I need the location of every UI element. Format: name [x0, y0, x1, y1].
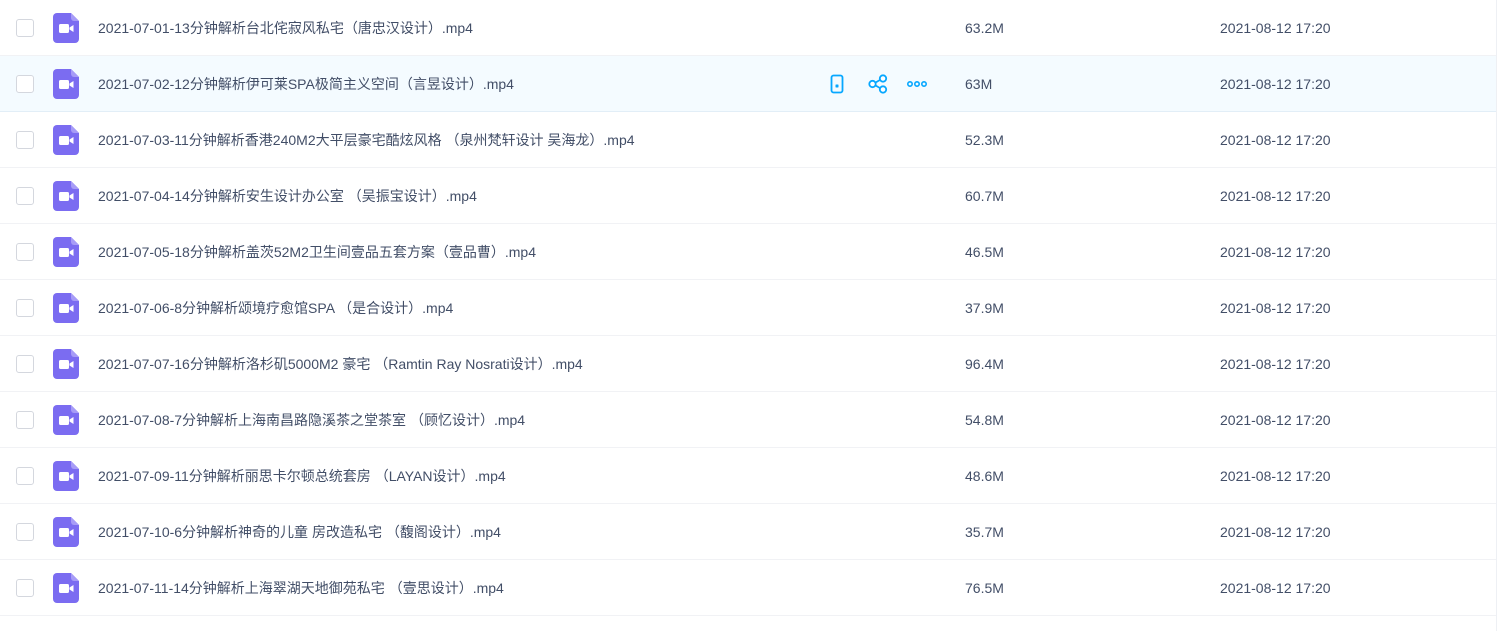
file-size: 46.5M: [965, 244, 1004, 260]
file-size: 52.3M: [965, 132, 1004, 148]
row-checkbox[interactable]: [16, 578, 34, 597]
file-size: 35.7M: [965, 524, 1004, 540]
file-size: 60.7M: [965, 188, 1004, 204]
video-file-icon: [53, 124, 79, 155]
file-size: 48.6M: [965, 468, 1004, 484]
row-checkbox[interactable]: [16, 186, 34, 205]
more-icon[interactable]: [906, 73, 928, 95]
file-name[interactable]: 2021-07-01-13分钟解析台北侘寂风私宅（唐忠汉设计）.mp4: [98, 0, 473, 56]
file-rows: 2021-07-01-13分钟解析台北侘寂风私宅（唐忠汉设计）.mp4 63.2…: [0, 0, 1496, 616]
file-size: 76.5M: [965, 580, 1004, 596]
video-file-icon: [53, 348, 79, 379]
file-name[interactable]: 2021-07-08-7分钟解析上海南昌路隐溪茶之堂茶室 （顾忆设计）.mp4: [98, 392, 525, 448]
file-name[interactable]: 2021-07-03-11分钟解析香港240M2大平层豪宅酷炫风格 （泉州梵轩设…: [98, 112, 635, 168]
file-row[interactable]: 2021-07-09-11分钟解析丽思卡尔顿总统套房 （LAYAN设计）.mp4: [0, 448, 1496, 504]
row-checkbox[interactable]: [16, 410, 34, 429]
modified-date: 2021-08-12 17:20: [1220, 356, 1331, 372]
row-checkbox[interactable]: [16, 130, 34, 149]
file-row[interactable]: 2021-07-05-18分钟解析盖茨52M2卫生间壹品五套方案（壹品曹）.mp…: [0, 224, 1496, 280]
modified-date: 2021-08-12 17:20: [1220, 20, 1331, 36]
modified-date: 2021-08-12 17:20: [1220, 468, 1331, 484]
modified-date: 2021-08-12 17:20: [1220, 76, 1331, 92]
video-file-icon: [53, 292, 79, 323]
video-file-icon: [53, 68, 79, 99]
file-name[interactable]: 2021-07-07-16分钟解析洛杉矶5000M2 豪宅 （Ramtin Ra…: [98, 336, 583, 392]
video-file-icon: [53, 404, 79, 435]
file-row[interactable]: 2021-07-07-16分钟解析洛杉矶5000M2 豪宅 （Ramtin Ra…: [0, 336, 1496, 392]
video-file-icon: [53, 180, 79, 211]
file-name[interactable]: 2021-07-06-8分钟解析颂境疗愈馆SPA （是合设计）.mp4: [98, 280, 453, 336]
modified-date: 2021-08-12 17:20: [1220, 244, 1331, 260]
row-checkbox[interactable]: [16, 466, 34, 485]
file-list: 2021-07-01-13分钟解析台北侘寂风私宅（唐忠汉设计）.mp4 63.2…: [0, 0, 1497, 631]
modified-date: 2021-08-12 17:20: [1220, 524, 1331, 540]
file-name[interactable]: 2021-07-05-18分钟解析盖茨52M2卫生间壹品五套方案（壹品曹）.mp…: [98, 224, 536, 280]
phone-icon[interactable]: [826, 73, 848, 95]
file-size: 37.9M: [965, 300, 1004, 316]
row-checkbox[interactable]: [16, 298, 34, 317]
file-size: 63.2M: [965, 20, 1004, 36]
share-icon[interactable]: [867, 73, 889, 95]
row-checkbox[interactable]: [16, 74, 34, 93]
row-checkbox[interactable]: [16, 522, 34, 541]
video-file-icon: [53, 516, 79, 547]
row-checkbox[interactable]: [16, 354, 34, 373]
file-size: 96.4M: [965, 356, 1004, 372]
file-name[interactable]: 2021-07-04-14分钟解析安生设计办公室 （吴振宝设计）.mp4: [98, 168, 477, 224]
file-row[interactable]: 2021-07-10-6分钟解析神奇的儿童 房改造私宅 （馥阁设计）.mp4 3…: [0, 504, 1496, 560]
file-row[interactable]: 2021-07-01-13分钟解析台北侘寂风私宅（唐忠汉设计）.mp4 63.2…: [0, 0, 1496, 56]
video-file-icon: [53, 236, 79, 267]
row-checkbox[interactable]: [16, 242, 34, 261]
file-name[interactable]: 2021-07-02-12分钟解析伊可莱SPA极简主义空间（言昱设计）.mp4: [98, 56, 514, 112]
file-row[interactable]: 2021-07-02-12分钟解析伊可莱SPA极简主义空间（言昱设计）.mp4: [0, 56, 1496, 112]
file-name[interactable]: 2021-07-11-14分钟解析上海翠湖天地御苑私宅 （壹思设计）.mp4: [98, 560, 504, 616]
video-file-icon: [53, 12, 79, 43]
file-row[interactable]: 2021-07-08-7分钟解析上海南昌路隐溪茶之堂茶室 （顾忆设计）.mp4: [0, 392, 1496, 448]
file-size: 54.8M: [965, 412, 1004, 428]
modified-date: 2021-08-12 17:20: [1220, 132, 1331, 148]
file-row[interactable]: 2021-07-11-14分钟解析上海翠湖天地御苑私宅 （壹思设计）.mp4 7…: [0, 560, 1496, 616]
modified-date: 2021-08-12 17:20: [1220, 412, 1331, 428]
file-row[interactable]: 2021-07-06-8分钟解析颂境疗愈馆SPA （是合设计）.mp4 37.9…: [0, 280, 1496, 336]
file-row[interactable]: 2021-07-04-14分钟解析安生设计办公室 （吴振宝设计）.mp4 60.…: [0, 168, 1496, 224]
row-checkbox[interactable]: [16, 18, 34, 37]
file-size: 63M: [965, 76, 993, 92]
modified-date: 2021-08-12 17:20: [1220, 300, 1331, 316]
file-name[interactable]: 2021-07-10-6分钟解析神奇的儿童 房改造私宅 （馥阁设计）.mp4: [98, 504, 501, 560]
file-name[interactable]: 2021-07-09-11分钟解析丽思卡尔顿总统套房 （LAYAN设计）.mp4: [98, 448, 506, 504]
file-row[interactable]: 2021-07-03-11分钟解析香港240M2大平层豪宅酷炫风格 （泉州梵轩设…: [0, 112, 1496, 168]
video-file-icon: [53, 460, 79, 491]
video-file-icon: [53, 572, 79, 603]
modified-date: 2021-08-12 17:20: [1220, 188, 1331, 204]
modified-date: 2021-08-12 17:20: [1220, 580, 1331, 596]
